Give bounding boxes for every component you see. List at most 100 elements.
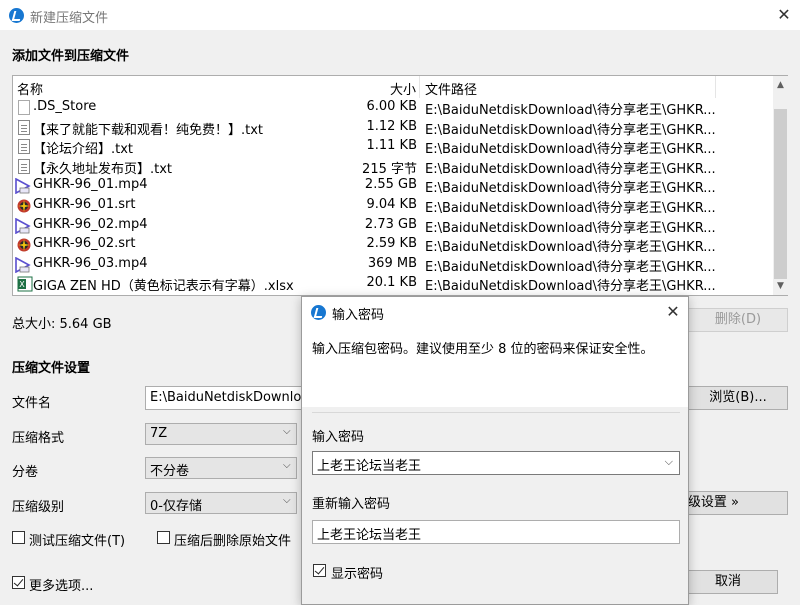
test-archive-label[interactable]: 测试压缩文件(T) [29, 530, 125, 549]
password-dialog-info-panel: 输入压缩包密码。建议使用至少 8 位的密码来保证安全性。 [302, 327, 688, 407]
password-dialog: 输入密码 ✕ 输入压缩包密码。建议使用至少 8 位的密码来保证安全性。 输入密码… [301, 296, 689, 605]
volume-select[interactable]: 不分卷 ⌵ [145, 457, 297, 479]
file-size: 2.59 KB [366, 236, 417, 252]
file-name: GIGA ZEN HD（黄色标记表示有字幕）.xlsx [33, 279, 294, 295]
file-path: E:\BaiduNetdiskDownload\待分享老王\GHKR... [425, 259, 715, 275]
more-options-label[interactable]: 更多选项... [29, 575, 93, 594]
filename-input[interactable]: E:\BaiduNetdiskDownloa [145, 386, 305, 410]
file-row[interactable]: GHKR-96_02.srt 2.59 KB E:\BaiduNetdiskDown… [13, 235, 773, 255]
app-logo-icon [9, 8, 24, 23]
text-file-icon [18, 139, 30, 155]
divider [312, 412, 680, 413]
column-header-name[interactable]: 名称 [17, 79, 43, 98]
file-row[interactable]: 【论坛介绍】.txt 1.11 KB E:\BaiduNetdiskDownload… [13, 137, 773, 157]
file-row[interactable]: GHKR-96_01.srt 9.04 KB E:\BaiduNetdiskDown… [13, 196, 773, 216]
app-logo-icon [311, 305, 326, 320]
video-file-icon [15, 178, 31, 195]
password-dialog-title: 输入密码 [332, 308, 385, 323]
file-path: E:\BaiduNetdiskDownload\待分享老王\GHKR... [425, 142, 715, 158]
scroll-up-arrow-icon[interactable]: ▲ [773, 78, 788, 93]
file-size: 2.73 GB [364, 216, 417, 232]
cancel-button[interactable]: 取消 [678, 570, 778, 594]
scroll-down-arrow-icon[interactable]: ▼ [773, 279, 788, 294]
file-list[interactable]: 名称 大小 文件路径 .DS_Store 6.00 KB E:\BaiduNetdi… [12, 75, 788, 296]
file-size: 369 MB [367, 255, 417, 271]
file-name: GHKR-96_02.srt [33, 236, 136, 252]
file-name: GHKR-96_02.mp4 [33, 216, 148, 232]
delete-button[interactable]: 删除(D) [688, 308, 788, 332]
password-dialog-description: 输入压缩包密码。建议使用至少 8 位的密码来保证安全性。 [312, 342, 654, 357]
file-path: E:\BaiduNetdiskDownload\待分享老王\GHKR... [425, 201, 715, 216]
window-title: 新建压缩文件 [30, 11, 109, 26]
video-file-icon [15, 256, 31, 274]
delete-after-label[interactable]: 压缩后删除原始文件 [174, 530, 291, 549]
chevron-down-icon[interactable]: ⌵ [665, 455, 673, 469]
file-size: 1.12 KB [366, 118, 417, 134]
file-row[interactable]: 【永久地址发布页】.txt 215 字节 E:\BaiduNetdiskDownlo… [13, 157, 773, 177]
chevron-down-icon: ⌵ [283, 426, 291, 437]
file-path: E:\BaiduNetdiskDownload\待分享老王\GHKR... [425, 240, 715, 256]
file-name: 【来了就能下载和观看！纯免费！】.txt [33, 122, 264, 138]
password-dialog-close-button[interactable]: ✕ [662, 301, 684, 323]
window-close-button[interactable]: ✕ [770, 3, 798, 27]
excel-file-icon: X [17, 276, 33, 292]
level-select[interactable]: 0-仅存储 ⌵ [145, 492, 297, 514]
file-row[interactable]: GHKR-96_02.mp4 2.73 GB E:\BaiduNetdiskDown… [13, 216, 773, 236]
delete-after-checkbox[interactable] [157, 531, 170, 544]
video-file-icon [15, 217, 31, 234]
settings-section-title: 压缩文件设置 [12, 361, 91, 376]
confirm-password-label: 重新输入密码 [312, 497, 391, 512]
file-name: GHKR-96_01.mp4 [33, 177, 148, 193]
chevron-down-icon: ⌵ [283, 495, 291, 506]
file-row[interactable]: .DS_Store 6.00 KB E:\BaiduNetdiskDownload\… [13, 98, 773, 118]
file-path: E:\BaiduNetdiskDownload\待分享老王\GHKR... [425, 103, 715, 118]
file-row[interactable]: GHKR-96_03.mp4 369 MB E:\BaiduNetdiskDownl… [13, 255, 773, 275]
format-selected-value: 7Z [150, 426, 168, 441]
show-password-label[interactable]: 显示密码 [331, 563, 383, 582]
test-archive-checkbox[interactable] [12, 531, 25, 544]
file-row[interactable]: X GIGA ZEN HD（黄色标记表示有字幕）.xlsx 20.1 KB E:\Ba… [13, 274, 773, 294]
volume-label: 分卷 [12, 465, 39, 480]
more-options-checkbox[interactable] [12, 576, 25, 589]
file-name: 【永久地址发布页】.txt [33, 161, 173, 177]
file-row[interactable]: 【来了就能下载和观看！纯免费！】.txt 1.12 KB E:\BaiduNetdi… [13, 118, 773, 138]
password-input[interactable]: 上老王论坛当老王 ⌵ [312, 451, 680, 475]
file-path: E:\BaiduNetdiskDownload\待分享老王\GHKR... [425, 220, 715, 236]
format-select[interactable]: 7Z ⌵ [145, 423, 297, 445]
svg-text:X: X [19, 280, 25, 289]
format-label: 压缩格式 [12, 431, 65, 446]
password-label: 输入密码 [312, 430, 365, 445]
file-path: E:\BaiduNetdiskDownload\待分享老王\GHKR... [425, 122, 715, 138]
file-size: 215 字节 [362, 161, 417, 177]
blank-file-icon [18, 100, 30, 115]
level-label: 压缩级别 [12, 500, 65, 515]
total-size: 总大小: 5.64 GB [12, 317, 112, 332]
show-password-checkbox[interactable] [313, 564, 326, 577]
file-path: E:\BaiduNetdiskDownload\待分享老王\GHKR... [425, 161, 715, 177]
file-path: E:\BaiduNetdiskDownload\待分享老王\GHKR... [425, 279, 715, 295]
file-list-scrollbar[interactable]: ▲ ▼ [773, 76, 788, 295]
confirm-password-input[interactable]: 上老王论坛当老王 [312, 520, 680, 544]
advanced-settings-button[interactable]: 级设置 » [672, 491, 788, 515]
volume-selected-value: 不分卷 [150, 464, 190, 479]
chevron-down-icon: ⌵ [283, 460, 291, 471]
text-file-icon [18, 119, 30, 135]
column-header-size[interactable]: 大小 [390, 79, 416, 98]
add-files-section-title: 添加文件到压缩文件 [12, 49, 130, 64]
level-selected-value: 0-仅存储 [150, 499, 202, 514]
file-row[interactable]: GHKR-96_01.mp4 2.55 GB E:\BaiduNetdiskDown… [13, 176, 773, 196]
scroll-thumb[interactable] [774, 109, 787, 279]
file-name: .DS_Store [33, 99, 97, 114]
file-size: 1.11 KB [366, 138, 417, 154]
browse-button[interactable]: 浏览(B)... [688, 386, 788, 410]
filename-label: 文件名 [12, 396, 52, 411]
column-header-path[interactable]: 文件路径 [425, 79, 477, 98]
column-divider[interactable] [715, 76, 716, 98]
file-size: 20.1 KB [366, 275, 417, 291]
file-size: 9.04 KB [366, 197, 417, 212]
file-name: GHKR-96_03.mp4 [33, 255, 148, 271]
file-name: GHKR-96_01.srt [33, 197, 136, 212]
password-dialog-title-bar: 输入密码 ✕ [302, 297, 688, 327]
column-divider[interactable] [419, 76, 420, 98]
file-path: E:\BaiduNetdiskDownload\待分享老王\GHKR... [425, 181, 715, 197]
